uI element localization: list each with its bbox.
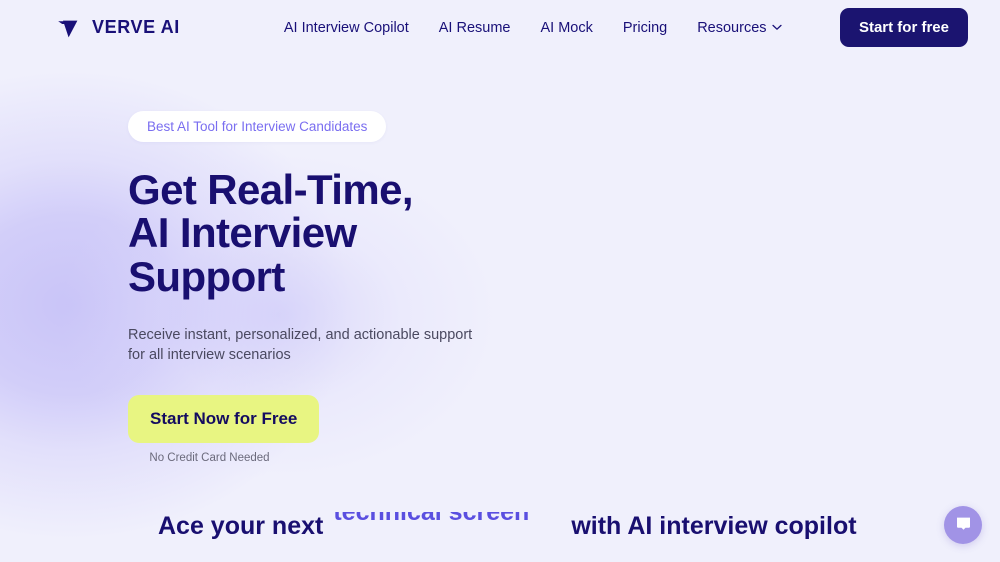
hero-subtitle-line-2: for all interview scenarios <box>128 347 291 364</box>
nav-item-label: AI Mock <box>540 19 593 36</box>
nav-item-pricing[interactable]: Pricing <box>623 20 667 36</box>
brand-logo[interactable]: VERVE AI <box>56 15 180 41</box>
headline-line-3: Support <box>128 252 285 300</box>
chat-message-icon <box>955 515 972 535</box>
tagline-prefix: Ace your next <box>158 512 324 540</box>
start-for-free-button[interactable]: Start for free <box>839 8 968 47</box>
nav-item-resources[interactable]: Resources <box>697 19 782 36</box>
nav-item-label: AI Interview Copilot <box>283 19 409 36</box>
tagline-suffix: with AI interview copilot <box>571 512 857 540</box>
rotating-tagline-banner: Ace your next technical screen with AI i… <box>0 492 1000 562</box>
nav-item-ai-interview-copilot[interactable]: AI Interview Copilot <box>284 20 409 36</box>
nav-item-label: Pricing <box>622 19 668 36</box>
nav-item-ai-resume[interactable]: AI Resume <box>439 20 511 36</box>
no-credit-card-note: No Credit Card Needed <box>149 451 270 464</box>
hero-section: Best AI Tool for Interview Candidates Ge… <box>0 55 1000 464</box>
headline-line-1: Get Real-Time, <box>128 166 414 213</box>
site-header: VERVE AI AI Interview Copilot AI Resume … <box>0 0 1000 55</box>
chat-widget-button[interactable] <box>944 506 982 544</box>
primary-navigation: AI Interview Copilot AI Resume AI Mock P… <box>284 20 782 36</box>
nav-item-ai-mock[interactable]: AI Mock <box>541 20 593 36</box>
headline-line-2: AI Interview <box>128 209 357 257</box>
tagline-rotating-word: technical screen <box>333 512 530 526</box>
hero-subtitle: Receive instant, personalized, and actio… <box>128 325 508 366</box>
brand-name: VERVE AI <box>92 17 180 37</box>
chevron-down-icon <box>771 24 782 31</box>
start-now-for-free-button[interactable]: Start Now for Free <box>128 394 320 443</box>
page-root: VERVE AI AI Interview Copilot AI Resume … <box>0 0 1000 562</box>
tagline-rotator: technical screen <box>333 512 561 542</box>
hero-subtitle-line-1: Receive instant, personalized, and actio… <box>128 326 473 343</box>
page-title: Get Real-Time, AI Interview Support <box>128 168 1000 298</box>
verve-v-logo-icon <box>56 15 82 41</box>
nav-item-label: Resources <box>697 19 767 36</box>
hero-badge: Best AI Tool for Interview Candidates <box>128 111 387 142</box>
nav-item-label: AI Resume <box>438 19 511 36</box>
